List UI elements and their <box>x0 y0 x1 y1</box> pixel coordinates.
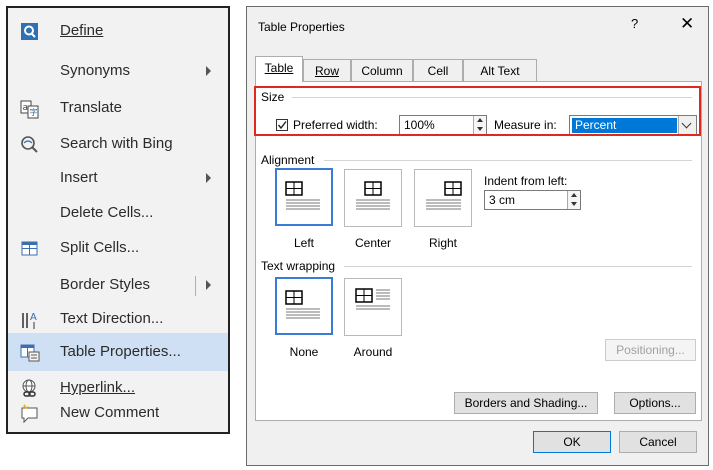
svg-text:字: 字 <box>30 107 38 117</box>
define-icon <box>20 22 40 42</box>
search-icon <box>20 135 40 155</box>
menu-item-label: Translate <box>60 99 122 116</box>
text-wrapping-group-label: Text wrapping <box>261 259 336 273</box>
indent-from-left-input[interactable]: 3 cm <box>484 190 581 210</box>
align-right-label: Right <box>428 236 457 250</box>
split-cells-icon <box>20 239 40 259</box>
menu-item-label: Table Properties... <box>60 343 181 360</box>
new-comment-icon <box>20 404 40 424</box>
translate-icon: a字 <box>20 99 40 119</box>
menu-item-label: Text Direction... <box>60 310 164 327</box>
group-divider <box>344 266 692 267</box>
menu-item-label: Border Styles <box>60 276 151 293</box>
tab-row[interactable]: Row <box>303 59 351 81</box>
text-direction-icon: A <box>20 310 40 330</box>
group-divider <box>324 160 692 161</box>
menu-item-table-properties[interactable]: Table Properties... <box>8 333 228 371</box>
tab-label: Cell <box>427 64 449 78</box>
tab-label: Table <box>264 61 294 75</box>
tab-table[interactable]: Table <box>255 56 303 82</box>
tab-cell[interactable]: Cell <box>413 59 463 81</box>
svg-text:a: a <box>23 103 29 113</box>
menu-item-border-styles[interactable]: Border Styles <box>8 266 228 304</box>
wrap-none-option[interactable] <box>275 277 333 335</box>
dialog-title: Table Properties <box>258 20 345 34</box>
align-left-option[interactable] <box>275 168 333 226</box>
close-button[interactable]: ✕ <box>680 14 694 34</box>
menu-item-label: Search with Bing <box>60 135 173 152</box>
menu-item-translate[interactable]: a字 Translate <box>8 89 228 127</box>
wrap-around-label: Around <box>353 345 393 359</box>
indent-spinner[interactable] <box>567 191 580 209</box>
submenu-arrow-icon <box>206 173 211 183</box>
align-center-option[interactable] <box>344 169 402 227</box>
table-properties-dialog: Table Properties ? ✕ Table Row Column Ce… <box>246 6 709 466</box>
wrap-none-label: None <box>289 345 319 359</box>
submenu-divider <box>195 276 196 296</box>
alignment-group-label: Alignment <box>261 153 315 167</box>
align-center-label: Center <box>354 236 392 250</box>
menu-item-label: Insert <box>60 169 98 186</box>
menu-item-define[interactable]: Define <box>8 12 228 50</box>
tab-column[interactable]: Column <box>351 59 413 81</box>
menu-item-label: Delete Cells... <box>60 204 154 221</box>
options-button[interactable]: Options... <box>614 392 696 414</box>
menu-item-delete-cells[interactable]: Delete Cells... <box>8 194 228 232</box>
indent-value: 3 cm <box>489 193 516 207</box>
submenu-arrow-icon <box>206 66 211 76</box>
menu-item-label: Split Cells... <box>60 239 140 256</box>
tab-label: Row <box>314 64 339 78</box>
menu-item-split-cells[interactable]: Split Cells... <box>8 229 228 267</box>
menu-item-insert[interactable]: Insert <box>8 159 228 197</box>
cancel-button[interactable]: Cancel <box>619 431 697 453</box>
table-properties-icon <box>20 343 40 363</box>
svg-text:A: A <box>30 312 37 323</box>
indent-from-left-label: Indent from left: <box>484 174 568 188</box>
tab-label: Column <box>361 64 403 78</box>
ok-button[interactable]: OK <box>533 431 611 453</box>
menu-item-new-comment[interactable]: New Comment <box>8 394 228 432</box>
wrap-around-option[interactable] <box>344 278 402 336</box>
align-right-option[interactable] <box>414 169 472 227</box>
menu-item-search-bing[interactable]: Search with Bing <box>8 125 228 163</box>
highlight-box <box>254 86 701 136</box>
context-menu: Define Synonyms a字 Translate Search with… <box>6 6 230 434</box>
align-left-label: Left <box>293 236 314 250</box>
menu-item-label: Synonyms <box>60 62 131 79</box>
menu-item-synonyms[interactable]: Synonyms <box>8 52 228 90</box>
borders-and-shading-button[interactable]: Borders and Shading... <box>454 392 598 414</box>
positioning-button[interactable]: Positioning... <box>605 339 696 361</box>
tab-label: Alt Text <box>480 64 520 78</box>
tab-alt-text[interactable]: Alt Text <box>463 59 537 81</box>
menu-item-label: New Comment <box>60 404 160 421</box>
submenu-arrow-icon <box>206 280 211 290</box>
help-button[interactable]: ? <box>631 16 638 31</box>
menu-item-label: Define <box>60 22 104 39</box>
